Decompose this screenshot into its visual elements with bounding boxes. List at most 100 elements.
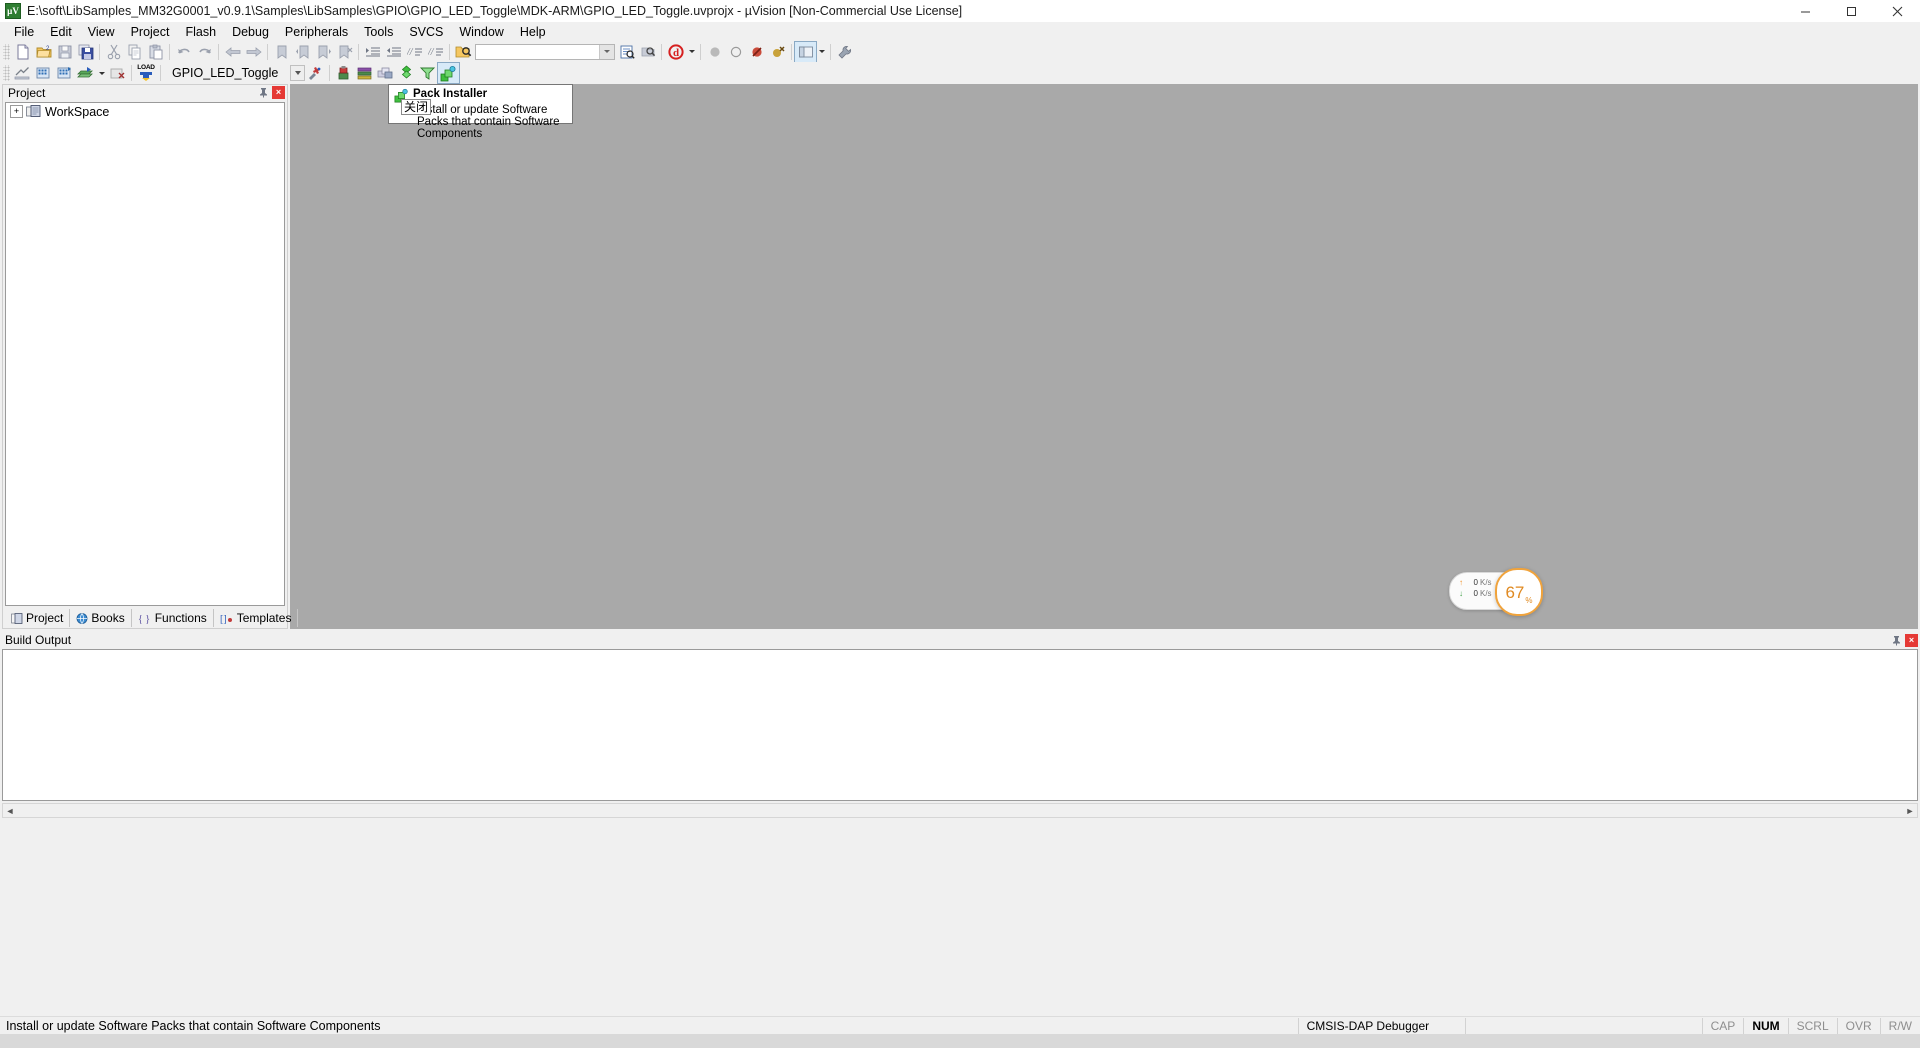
menu-view[interactable]: View bbox=[80, 23, 123, 41]
menu-tools[interactable]: Tools bbox=[356, 23, 401, 41]
toolbar-grip[interactable] bbox=[3, 43, 10, 60]
cut-button[interactable] bbox=[103, 42, 124, 62]
copy-button[interactable] bbox=[124, 42, 145, 62]
tab-functions-label: Functions bbox=[154, 611, 207, 625]
batch-build-button[interactable] bbox=[75, 63, 96, 83]
window-layout-dropdown-button[interactable] bbox=[816, 42, 827, 62]
window-title: E:\soft\LibSamples_MM32G0001_v0.9.1\Samp… bbox=[27, 4, 963, 18]
find-next-button[interactable] bbox=[637, 42, 658, 62]
close-button[interactable] bbox=[1874, 0, 1920, 22]
close-overlay-label[interactable]: 关闭 bbox=[401, 99, 432, 115]
menu-project[interactable]: Project bbox=[123, 23, 178, 41]
menu-window[interactable]: Window bbox=[451, 23, 511, 41]
close-icon[interactable]: × bbox=[1905, 633, 1918, 647]
project-panel: Project × + WorkSpace Project Books {} … bbox=[2, 84, 299, 629]
target-options-button[interactable] bbox=[305, 63, 326, 83]
build-output-hscrollbar[interactable]: ◄ ► bbox=[2, 803, 1918, 818]
redo-button[interactable] bbox=[194, 42, 215, 62]
breakpoint-kill-all-button[interactable] bbox=[767, 42, 788, 62]
tree-item-workspace[interactable]: + WorkSpace bbox=[6, 103, 284, 120]
pack-installer-button[interactable] bbox=[437, 62, 460, 84]
toolbar-grip[interactable] bbox=[3, 65, 10, 81]
bookmark-toggle-button[interactable] bbox=[271, 42, 292, 62]
incremental-find-button[interactable] bbox=[616, 42, 637, 62]
new-file-button[interactable] bbox=[12, 42, 33, 62]
pin-icon[interactable] bbox=[257, 86, 270, 99]
build-button[interactable] bbox=[33, 63, 54, 83]
menu-edit[interactable]: Edit bbox=[42, 23, 80, 41]
status-rw: R/W bbox=[1879, 1017, 1920, 1034]
toolbar-separator bbox=[661, 43, 662, 60]
window-layout-button[interactable] bbox=[794, 40, 817, 63]
manage-rte-button[interactable] bbox=[354, 63, 375, 83]
menu-svcs[interactable]: SVCS bbox=[401, 23, 451, 41]
expander-icon[interactable]: + bbox=[10, 105, 23, 118]
build-output-text[interactable] bbox=[2, 649, 1918, 801]
menu-file[interactable]: File bbox=[6, 23, 42, 41]
status-num: NUM bbox=[1743, 1017, 1787, 1034]
comment-button[interactable]: // bbox=[404, 42, 425, 62]
navigate-forward-button[interactable] bbox=[243, 42, 264, 62]
tab-templates-label: Templates bbox=[236, 611, 292, 625]
target-select-value: GPIO_LED_Toggle bbox=[172, 66, 279, 80]
status-empty-cell bbox=[1464, 1017, 1702, 1034]
batch-build-dropdown-button[interactable] bbox=[96, 63, 107, 83]
close-icon[interactable]: × bbox=[272, 86, 285, 99]
configure-tools-button[interactable] bbox=[834, 42, 855, 62]
multi-project-button[interactable] bbox=[375, 63, 396, 83]
find-dropdown-button[interactable] bbox=[599, 44, 614, 59]
menu-help[interactable]: Help bbox=[512, 23, 554, 41]
scroll-left-icon[interactable]: ◄ bbox=[3, 804, 17, 817]
navigate-back-button[interactable] bbox=[222, 42, 243, 62]
manage-project-items-button[interactable] bbox=[333, 63, 354, 83]
bookmark-prev-button[interactable] bbox=[292, 42, 313, 62]
bookmark-next-button[interactable] bbox=[313, 42, 334, 62]
bookmark-clear-button[interactable] bbox=[334, 42, 355, 62]
editor-area bbox=[290, 84, 1918, 629]
target-select-arrow[interactable] bbox=[290, 65, 305, 81]
status-bar: Install or update Software Packs that co… bbox=[0, 1016, 1920, 1034]
breakpoint-disable-all-button[interactable] bbox=[746, 42, 767, 62]
menu-peripherals[interactable]: Peripherals bbox=[277, 23, 356, 41]
minimize-button[interactable] bbox=[1782, 0, 1828, 22]
scroll-right-icon[interactable]: ► bbox=[1903, 804, 1917, 817]
indent-right-button[interactable] bbox=[362, 42, 383, 62]
translate-button[interactable] bbox=[12, 63, 33, 83]
tab-books[interactable]: Books bbox=[70, 609, 132, 627]
upload-arrow-icon: ↑ bbox=[1459, 578, 1463, 587]
open-file-button[interactable]: 2 bbox=[33, 42, 54, 62]
rebuild-button[interactable] bbox=[54, 63, 75, 83]
menu-debug[interactable]: Debug bbox=[224, 23, 277, 41]
status-message: Install or update Software Packs that co… bbox=[6, 1018, 381, 1033]
save-button[interactable] bbox=[54, 42, 75, 62]
tab-project[interactable]: Project bbox=[5, 609, 71, 627]
network-speed-widget[interactable]: ↑ 0 K/s ↓ 0 K/s 67 % bbox=[1449, 568, 1543, 616]
stop-build-button[interactable] bbox=[107, 63, 128, 83]
breakpoint-disable-button[interactable] bbox=[725, 42, 746, 62]
indent-left-button[interactable] bbox=[383, 42, 404, 62]
target-select[interactable]: GPIO_LED_Toggle bbox=[168, 64, 288, 82]
save-all-button[interactable] bbox=[75, 42, 96, 62]
window-controls bbox=[1782, 0, 1920, 22]
filter-button[interactable] bbox=[417, 63, 438, 83]
tab-templates[interactable]: [] Templates bbox=[214, 609, 299, 627]
pin-icon[interactable] bbox=[1890, 634, 1903, 647]
maximize-button[interactable] bbox=[1828, 0, 1874, 22]
menu-flash[interactable]: Flash bbox=[177, 23, 224, 41]
find-in-files-button[interactable] bbox=[453, 42, 474, 62]
project-tree[interactable]: + WorkSpace bbox=[5, 102, 285, 606]
toolbar-separator bbox=[267, 43, 268, 60]
tab-functions[interactable]: { } Functions bbox=[132, 609, 214, 627]
undo-button[interactable] bbox=[173, 42, 194, 62]
network-speed-rows: ↑ 0 K/s ↓ 0 K/s bbox=[1459, 577, 1492, 599]
uncomment-button[interactable]: // bbox=[425, 42, 446, 62]
find-combo[interactable] bbox=[475, 43, 615, 60]
download-button[interactable]: LOAD bbox=[135, 63, 157, 83]
cpu-usage-gauge[interactable]: 67 % bbox=[1495, 568, 1543, 616]
breakpoint-button[interactable] bbox=[704, 42, 725, 62]
paste-button[interactable] bbox=[145, 42, 166, 62]
svg-text:d: d bbox=[672, 47, 678, 59]
debug-start-button[interactable]: d bbox=[665, 42, 686, 62]
manage-multi-project-button[interactable] bbox=[396, 63, 417, 83]
debug-dropdown-button[interactable] bbox=[686, 42, 697, 62]
